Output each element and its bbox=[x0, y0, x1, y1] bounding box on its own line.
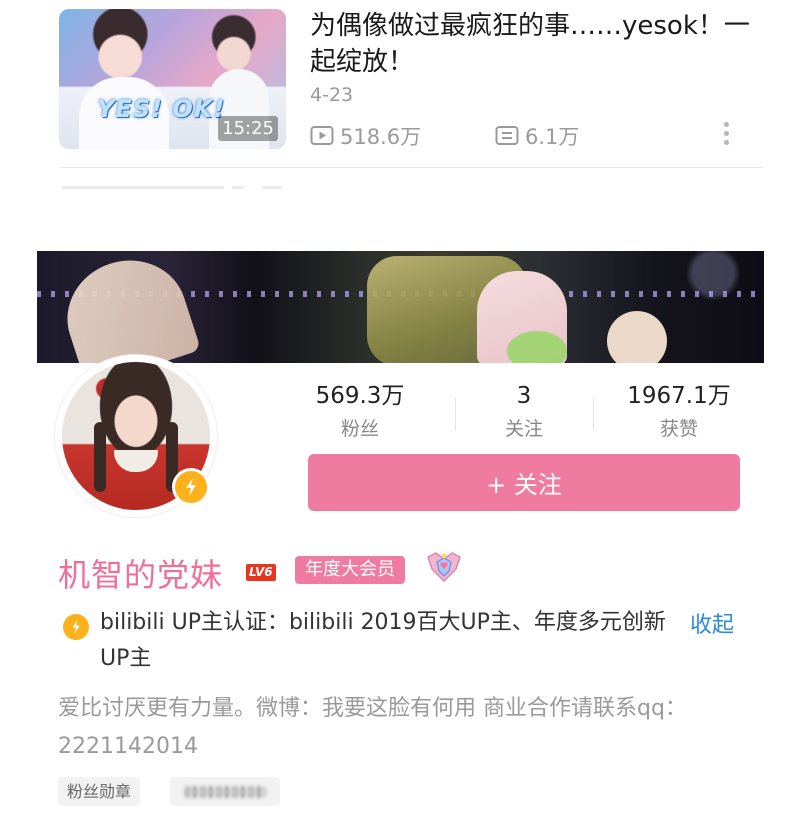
certified-icon bbox=[63, 614, 89, 640]
profile-banner bbox=[37, 251, 764, 363]
play-count: 518.6万 bbox=[310, 121, 421, 151]
video-duration: 15:25 bbox=[218, 116, 278, 141]
signature: 爱比讨厌更有力量。微博：我要这脸有何用 商业合作请联系qq：2221142014 bbox=[58, 696, 687, 759]
comment-count-icon bbox=[495, 126, 519, 145]
username: 机智的党妹 bbox=[58, 556, 224, 594]
loading-placeholder bbox=[62, 186, 224, 189]
fans-count: 569.3万 bbox=[315, 383, 405, 409]
comment-count: 6.1万 bbox=[495, 121, 579, 151]
fans-label: 粉丝 bbox=[340, 418, 379, 440]
follow-button[interactable]: + 关注 bbox=[308, 454, 740, 511]
comment-count-value: 6.1万 bbox=[525, 125, 580, 149]
fan-medal-tag[interactable]: 粉丝勋章 bbox=[58, 777, 141, 806]
collapse-link[interactable]: 收起 bbox=[690, 607, 734, 639]
loading-placeholder bbox=[232, 186, 244, 189]
loading-placeholder bbox=[262, 186, 282, 189]
video-date: 4-23 bbox=[310, 84, 354, 106]
thumbnail-watermark: YES! OK! bbox=[97, 95, 226, 123]
following-count: 3 bbox=[516, 383, 532, 409]
verified-badge-icon bbox=[172, 468, 210, 506]
video-title[interactable]: 为偶像做过最疯狂的事……yesok！一起绽放！ bbox=[310, 8, 750, 80]
more-vertical-icon[interactable] bbox=[718, 122, 734, 150]
likes-stat[interactable]: 1967.1万 获赞 bbox=[617, 382, 741, 441]
stat-separator bbox=[455, 398, 456, 430]
blurred-tag[interactable] bbox=[170, 777, 280, 806]
play-count-icon bbox=[310, 126, 334, 145]
certification-text: bilibili UP主认证：bilibili 2019百大UP主、年度多元创新… bbox=[100, 610, 666, 671]
video-thumbnail[interactable]: YES! OK! 15:25 bbox=[59, 9, 286, 149]
likes-label: 获赞 bbox=[659, 418, 698, 440]
fans-stat[interactable]: 569.3万 粉丝 bbox=[305, 382, 415, 441]
stat-separator bbox=[593, 398, 594, 430]
vip-badge[interactable]: 年度大会员 bbox=[295, 556, 405, 584]
play-count-value: 518.6万 bbox=[340, 125, 422, 149]
following-stat[interactable]: 3 关注 bbox=[484, 382, 564, 441]
likes-count: 1967.1万 bbox=[627, 383, 731, 409]
following-label: 关注 bbox=[504, 418, 543, 440]
level-badge: LV6 bbox=[246, 564, 276, 581]
medal-icon[interactable] bbox=[424, 549, 464, 585]
divider bbox=[60, 167, 763, 168]
